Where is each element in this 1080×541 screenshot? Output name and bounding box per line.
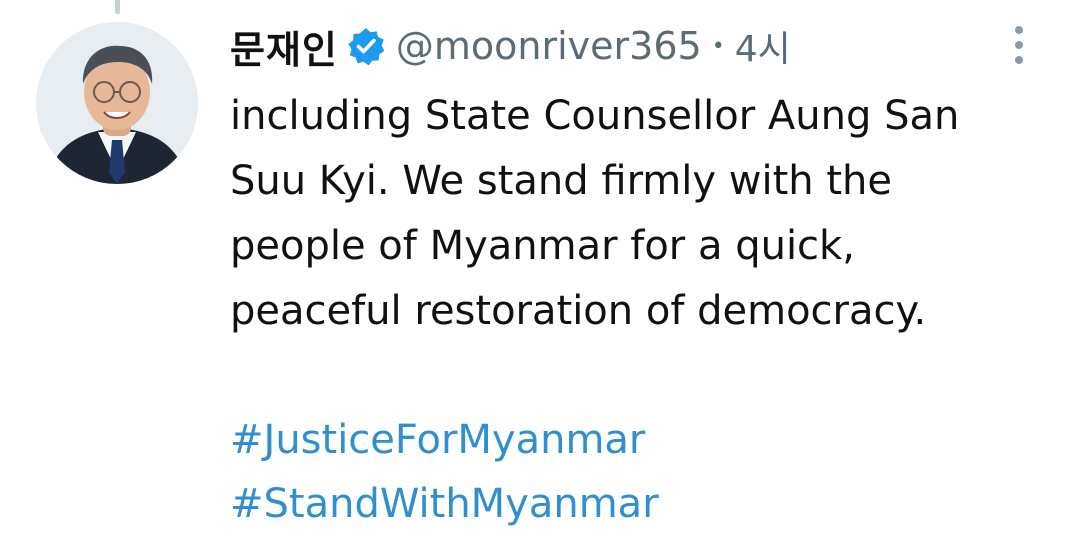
author-handle[interactable]: @moonriver365 — [396, 24, 702, 68]
author-display-name[interactable]: 문재인 — [230, 19, 338, 74]
thread-connector-line — [115, 0, 120, 14]
separator-dot: • — [711, 33, 725, 59]
hashtag-link[interactable]: #StandWithMyanmar — [230, 472, 659, 536]
avatar[interactable] — [36, 22, 198, 184]
tweet: 문재인 @moonriver365 • 4시 including State C… — [0, 0, 1080, 541]
more-options-button[interactable] — [1005, 24, 1033, 66]
tweet-body-line: people of Myanmar for a quick, — [230, 223, 855, 269]
more-vertical-icon-dot — [1015, 26, 1023, 34]
tweet-body-line: peaceful restoration of democracy. — [230, 288, 927, 334]
tweet-header: 문재인 @moonriver365 • 4시 — [230, 18, 791, 74]
tweet-body: including State Counsellor Aung San Suu … — [230, 84, 1050, 344]
tweet-body-line: Suu Kyi. We stand firmly with the — [230, 158, 892, 204]
tweet-body-line: including State Counsellor Aung San — [230, 93, 960, 139]
timestamp[interactable]: 4시 — [735, 20, 791, 72]
verified-badge-icon — [348, 28, 385, 66]
more-vertical-icon-dot — [1015, 56, 1023, 64]
avatar-image — [36, 22, 198, 184]
hashtag-list: #JusticeForMyanmar #StandWithMyanmar — [230, 408, 659, 536]
more-vertical-icon-dot — [1015, 41, 1023, 49]
hashtag-link[interactable]: #JusticeForMyanmar — [230, 408, 659, 472]
